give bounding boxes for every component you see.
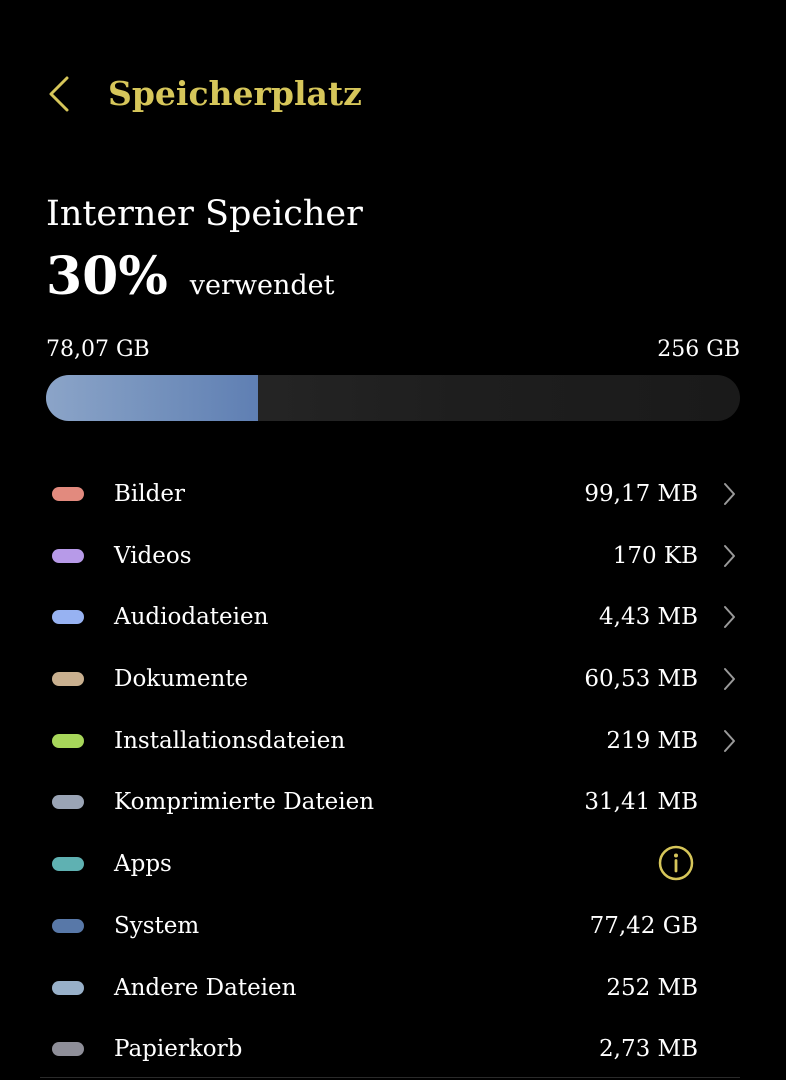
category-size: 4,43 MB <box>599 604 698 631</box>
chevron-left-icon <box>49 76 69 112</box>
chevron-right-icon <box>724 668 735 691</box>
category-label: Installationsdateien <box>114 727 346 754</box>
category-row[interactable]: Dokumente 60,53 MB <box>0 648 786 710</box>
total-amount: 256 GB <box>657 337 740 362</box>
category-row[interactable]: Andere Dateien 252 MB <box>0 957 786 1019</box>
category-color-swatch <box>52 548 84 563</box>
storage-title: Interner Speicher <box>46 194 363 234</box>
category-label: Videos <box>114 542 192 569</box>
category-color-swatch <box>52 610 84 625</box>
category-color-swatch <box>52 733 84 748</box>
category-list: Bilder 99,17 MB Videos 170 KB Audiodateien 4,… <box>0 463 786 1080</box>
category-row[interactable]: Installationsdateien 219 MB <box>0 710 786 772</box>
page-title: Speicherplatz <box>108 74 362 113</box>
storage-progress-bar <box>46 375 740 421</box>
category-color-swatch <box>52 980 84 995</box>
category-label: Apps <box>114 851 172 878</box>
chevron-right-icon <box>724 544 735 567</box>
info-icon[interactable] <box>658 845 694 881</box>
category-label: Bilder <box>114 481 185 507</box>
divider <box>40 1077 740 1078</box>
category-size: 77,42 GB <box>589 912 698 939</box>
category-color-swatch <box>52 487 84 501</box>
category-color-swatch <box>52 918 84 933</box>
category-row[interactable]: Papierkorb 2,73 MB <box>0 1018 786 1080</box>
storage-progress-fill <box>46 375 258 421</box>
category-color-swatch <box>52 672 84 687</box>
category-size: 219 MB <box>606 727 698 754</box>
category-size: 31,41 MB <box>584 789 698 816</box>
category-size: 252 MB <box>606 974 698 1001</box>
chevron-right-icon <box>724 729 735 752</box>
back-button[interactable] <box>40 74 80 114</box>
category-row[interactable]: System 77,42 GB <box>0 895 786 957</box>
usage-label: verwendet <box>189 270 335 301</box>
category-row[interactable]: Videos 170 KB <box>0 525 786 587</box>
category-label: Audiodateien <box>114 604 269 631</box>
category-label: Komprimierte Dateien <box>114 789 375 816</box>
chevron-right-icon <box>724 606 735 629</box>
category-row[interactable]: Komprimierte Dateien 31,41 MB <box>0 771 786 833</box>
usage-percent: 30% <box>46 246 168 307</box>
category-size: 60,53 MB <box>584 666 698 693</box>
category-size: 99,17 MB <box>584 481 698 507</box>
category-label: Dokumente <box>114 666 249 693</box>
category-row[interactable]: Bilder 99,17 MB <box>0 463 786 525</box>
category-color-swatch <box>52 857 84 872</box>
category-label: Andere Dateien <box>114 974 297 1001</box>
category-size: 170 KB <box>612 542 698 569</box>
category-row[interactable]: Audiodateien 4,43 MB <box>0 586 786 648</box>
category-color-swatch <box>52 795 84 810</box>
category-size: 2,73 MB <box>599 1036 698 1063</box>
chevron-right-icon <box>724 483 735 505</box>
category-color-swatch <box>52 1042 84 1057</box>
category-row[interactable]: Apps <box>0 833 786 895</box>
category-label: Papierkorb <box>114 1036 243 1063</box>
usage-summary: 30% verwendet <box>46 245 335 309</box>
used-amount: 78,07 GB <box>46 337 150 362</box>
app-header: Speicherplatz <box>0 60 786 130</box>
category-label: System <box>114 912 200 939</box>
